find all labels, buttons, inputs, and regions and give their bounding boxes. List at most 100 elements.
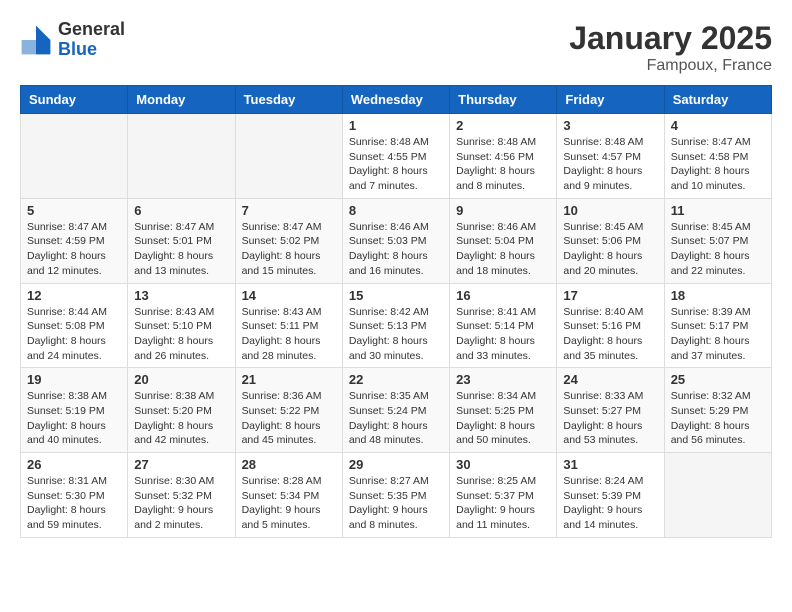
weekday-header-thursday: Thursday xyxy=(450,86,557,114)
day-info: Sunrise: 8:45 AMSunset: 5:07 PMDaylight:… xyxy=(671,220,765,279)
calendar-cell: 29 Sunrise: 8:27 AMSunset: 5:35 PMDayligh… xyxy=(342,453,449,538)
calendar-cell: 13 Sunrise: 8:43 AMSunset: 5:10 PMDayligh… xyxy=(128,283,235,368)
calendar-week-4: 19 Sunrise: 8:38 AMSunset: 5:19 PMDayligh… xyxy=(21,368,772,453)
day-number: 21 xyxy=(242,372,336,387)
calendar-cell: 4Sunrise: 8:47 AMSunset: 4:58 PMDaylight… xyxy=(664,114,771,199)
day-info: Sunrise: 8:36 AMSunset: 5:22 PMDaylight:… xyxy=(242,389,336,448)
day-number: 22 xyxy=(349,372,443,387)
calendar-cell: 15 Sunrise: 8:42 AMSunset: 5:13 PMDayligh… xyxy=(342,283,449,368)
day-number: 31 xyxy=(563,457,657,472)
day-number: 18 xyxy=(671,288,765,303)
calendar-cell: 30Sunrise: 8:25 AMSunset: 5:37 PMDayligh… xyxy=(450,453,557,538)
calendar-cell: 24Sunrise: 8:33 AMSunset: 5:27 PMDayligh… xyxy=(557,368,664,453)
day-number: 2 xyxy=(456,118,550,133)
day-info: Sunrise: 8:46 AMSunset: 5:03 PMDaylight:… xyxy=(349,220,443,279)
calendar-cell: 31Sunrise: 8:24 AMSunset: 5:39 PMDayligh… xyxy=(557,453,664,538)
calendar-cell: 8 Sunrise: 8:46 AMSunset: 5:03 PMDaylight… xyxy=(342,198,449,283)
day-info: Sunrise: 8:30 AMSunset: 5:32 PMDaylight:… xyxy=(134,474,228,533)
calendar-cell xyxy=(128,114,235,199)
day-number: 5 xyxy=(27,203,121,218)
day-info: Sunrise: 8:46 AMSunset: 5:04 PMDaylight:… xyxy=(456,220,550,279)
calendar-cell: 17 Sunrise: 8:40 AMSunset: 5:16 PMDayligh… xyxy=(557,283,664,368)
calendar-cell: 25Sunrise: 8:32 AMSunset: 5:29 PMDayligh… xyxy=(664,368,771,453)
day-number: 28 xyxy=(242,457,336,472)
day-number: 19 xyxy=(27,372,121,387)
logo: General Blue xyxy=(20,20,125,60)
day-info: Sunrise: 8:38 AMSunset: 5:20 PMDaylight:… xyxy=(134,389,228,448)
calendar-cell: 21 Sunrise: 8:36 AMSunset: 5:22 PMDayligh… xyxy=(235,368,342,453)
day-info: Sunrise: 8:39 AMSunset: 5:17 PMDaylight:… xyxy=(671,305,765,364)
day-info: Sunrise: 8:28 AMSunset: 5:34 PMDaylight:… xyxy=(242,474,336,533)
title-block: January 2025 Fampoux, France xyxy=(569,20,772,75)
day-number: 9 xyxy=(456,203,550,218)
day-number: 13 xyxy=(134,288,228,303)
calendar-cell: 2 Sunrise: 8:48 AMSunset: 4:56 PMDaylight… xyxy=(450,114,557,199)
logo-blue-text: Blue xyxy=(58,40,125,60)
day-info: Sunrise: 8:47 AMSunset: 4:59 PMDaylight:… xyxy=(27,220,121,279)
calendar-cell: 23 Sunrise: 8:34 AMSunset: 5:25 PMDayligh… xyxy=(450,368,557,453)
day-number: 8 xyxy=(349,203,443,218)
calendar-week-2: 5 Sunrise: 8:47 AMSunset: 4:59 PMDaylight… xyxy=(21,198,772,283)
calendar-cell xyxy=(664,453,771,538)
weekday-header-sunday: Sunday xyxy=(21,86,128,114)
calendar-cell: 19 Sunrise: 8:38 AMSunset: 5:19 PMDayligh… xyxy=(21,368,128,453)
calendar-cell: 5 Sunrise: 8:47 AMSunset: 4:59 PMDaylight… xyxy=(21,198,128,283)
day-number: 23 xyxy=(456,372,550,387)
calendar-cell: 1Sunrise: 8:48 AMSunset: 4:55 PMDaylight… xyxy=(342,114,449,199)
weekday-header-friday: Friday xyxy=(557,86,664,114)
calendar-cell: 20 Sunrise: 8:38 AMSunset: 5:20 PMDayligh… xyxy=(128,368,235,453)
day-number: 3 xyxy=(563,118,657,133)
weekday-header-tuesday: Tuesday xyxy=(235,86,342,114)
calendar-week-1: 1Sunrise: 8:48 AMSunset: 4:55 PMDaylight… xyxy=(21,114,772,199)
calendar-cell: 14 Sunrise: 8:43 AMSunset: 5:11 PMDayligh… xyxy=(235,283,342,368)
day-number: 20 xyxy=(134,372,228,387)
day-info: Sunrise: 8:40 AMSunset: 5:16 PMDaylight:… xyxy=(563,305,657,364)
calendar-cell xyxy=(235,114,342,199)
calendar-cell: 6 Sunrise: 8:47 AMSunset: 5:01 PMDaylight… xyxy=(128,198,235,283)
page-header: General Blue January 2025 Fampoux, Franc… xyxy=(20,20,772,75)
calendar-cell: 27 Sunrise: 8:30 AMSunset: 5:32 PMDayligh… xyxy=(128,453,235,538)
weekday-header-saturday: Saturday xyxy=(664,86,771,114)
logo-text: General Blue xyxy=(58,20,125,60)
calendar-cell: 7 Sunrise: 8:47 AMSunset: 5:02 PMDaylight… xyxy=(235,198,342,283)
day-number: 26 xyxy=(27,457,121,472)
day-number: 27 xyxy=(134,457,228,472)
calendar-cell: 10Sunrise: 8:45 AMSunset: 5:06 PMDayligh… xyxy=(557,198,664,283)
day-info: Sunrise: 8:35 AMSunset: 5:24 PMDaylight:… xyxy=(349,389,443,448)
day-info: Sunrise: 8:48 AMSunset: 4:57 PMDaylight:… xyxy=(563,135,657,194)
day-info: Sunrise: 8:38 AMSunset: 5:19 PMDaylight:… xyxy=(27,389,121,448)
day-info: Sunrise: 8:43 AMSunset: 5:10 PMDaylight:… xyxy=(134,305,228,364)
day-number: 17 xyxy=(563,288,657,303)
day-number: 15 xyxy=(349,288,443,303)
calendar-table: SundayMondayTuesdayWednesdayThursdayFrid… xyxy=(20,85,772,538)
month-title: January 2025 xyxy=(569,20,772,57)
day-number: 29 xyxy=(349,457,443,472)
logo-icon xyxy=(20,24,52,56)
day-info: Sunrise: 8:27 AMSunset: 5:35 PMDaylight:… xyxy=(349,474,443,533)
day-info: Sunrise: 8:47 AMSunset: 4:58 PMDaylight:… xyxy=(671,135,765,194)
day-number: 12 xyxy=(27,288,121,303)
day-number: 16 xyxy=(456,288,550,303)
day-info: Sunrise: 8:32 AMSunset: 5:29 PMDaylight:… xyxy=(671,389,765,448)
day-number: 6 xyxy=(134,203,228,218)
location: Fampoux, France xyxy=(569,57,772,75)
day-info: Sunrise: 8:42 AMSunset: 5:13 PMDaylight:… xyxy=(349,305,443,364)
day-info: Sunrise: 8:48 AMSunset: 4:56 PMDaylight:… xyxy=(456,135,550,194)
day-info: Sunrise: 8:45 AMSunset: 5:06 PMDaylight:… xyxy=(563,220,657,279)
day-number: 14 xyxy=(242,288,336,303)
day-info: Sunrise: 8:34 AMSunset: 5:25 PMDaylight:… xyxy=(456,389,550,448)
day-info: Sunrise: 8:43 AMSunset: 5:11 PMDaylight:… xyxy=(242,305,336,364)
calendar-cell xyxy=(21,114,128,199)
calendar-cell: 12Sunrise: 8:44 AMSunset: 5:08 PMDayligh… xyxy=(21,283,128,368)
calendar-cell: 16Sunrise: 8:41 AMSunset: 5:14 PMDayligh… xyxy=(450,283,557,368)
calendar-cell: 11Sunrise: 8:45 AMSunset: 5:07 PMDayligh… xyxy=(664,198,771,283)
day-number: 1 xyxy=(349,118,443,133)
calendar-week-3: 12Sunrise: 8:44 AMSunset: 5:08 PMDayligh… xyxy=(21,283,772,368)
calendar-cell: 26 Sunrise: 8:31 AMSunset: 5:30 PMDayligh… xyxy=(21,453,128,538)
day-number: 7 xyxy=(242,203,336,218)
calendar-week-5: 26 Sunrise: 8:31 AMSunset: 5:30 PMDayligh… xyxy=(21,453,772,538)
day-info: Sunrise: 8:31 AMSunset: 5:30 PMDaylight:… xyxy=(27,474,121,533)
calendar-cell: 9 Sunrise: 8:46 AMSunset: 5:04 PMDaylight… xyxy=(450,198,557,283)
day-info: Sunrise: 8:47 AMSunset: 5:01 PMDaylight:… xyxy=(134,220,228,279)
day-info: Sunrise: 8:47 AMSunset: 5:02 PMDaylight:… xyxy=(242,220,336,279)
